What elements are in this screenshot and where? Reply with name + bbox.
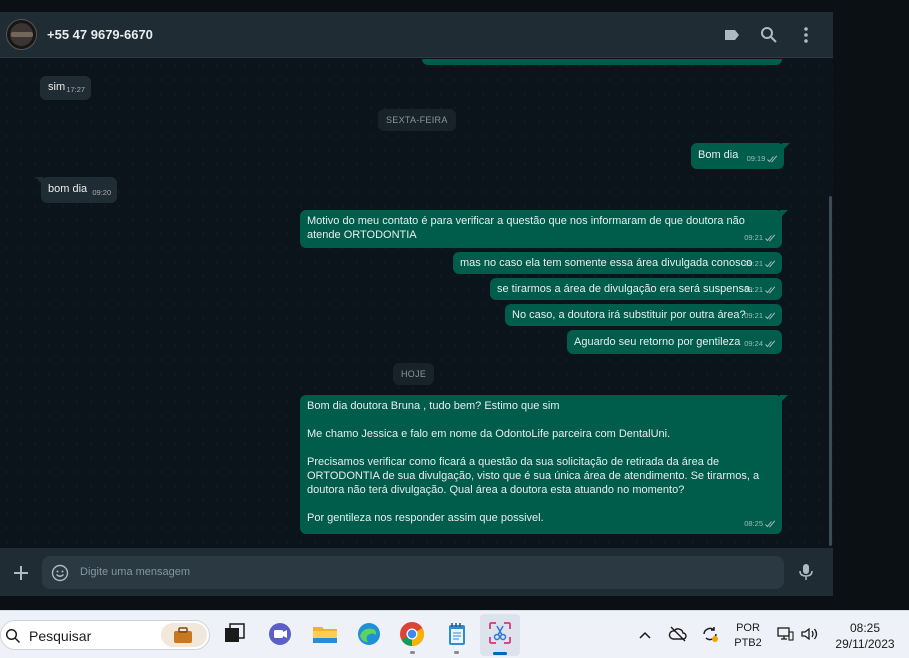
- message-text: No caso, a doutora irá substituir por ou…: [512, 309, 746, 321]
- contact-avatar[interactable]: [6, 19, 37, 50]
- snipping-tool-active[interactable]: [480, 614, 520, 656]
- sync-icon[interactable]: [700, 624, 720, 644]
- snipping-tool-icon: [489, 622, 511, 644]
- windows-taskbar: Pesquisar POR PTB2 08:25 29/11/2023: [0, 610, 909, 658]
- message-time: 09:20: [92, 188, 112, 197]
- message-text: Bom dia doutora Bruna , tudo bem? Estimo…: [307, 400, 760, 524]
- notepad-icon[interactable]: [443, 620, 471, 648]
- search-icon: [5, 628, 21, 644]
- composer: Digite uma mensagem: [0, 548, 833, 596]
- double-check-icon: [765, 340, 776, 348]
- chat-header: +55 47 9679-6670: [0, 12, 833, 58]
- volume-icon[interactable]: [800, 626, 820, 642]
- briefcase-icon: [161, 623, 207, 647]
- emoji-icon[interactable]: [51, 564, 69, 582]
- attach-plus-icon[interactable]: [12, 564, 30, 582]
- message-out[interactable]: se tirarmos a área de divulgação era ser…: [490, 278, 782, 300]
- chrome-icon[interactable]: [398, 620, 426, 648]
- message-out[interactable]: mas no caso ela tem somente essa área di…: [453, 252, 782, 274]
- message-placeholder: Digite uma mensagem: [80, 566, 191, 578]
- date-divider: SEXTA-FEIRA: [378, 109, 456, 131]
- search-label: Pesquisar: [29, 628, 92, 644]
- message-time: 09:21: [744, 231, 776, 245]
- message-time: 09:24: [744, 337, 776, 351]
- message-text: Motivo do meu contato é para verificar a…: [307, 215, 748, 241]
- double-check-icon: [765, 260, 776, 268]
- message-time: 09:21: [744, 309, 776, 323]
- message-out[interactable]: Motivo do meu contato é para verificar a…: [300, 210, 788, 248]
- contact-name[interactable]: +55 47 9679-6670: [47, 27, 153, 42]
- message-out[interactable]: No caso, a doutora irá substituir por ou…: [505, 304, 782, 326]
- clock[interactable]: 08:25 29/11/2023: [830, 620, 900, 652]
- double-check-icon: [767, 155, 778, 163]
- message-text: Aguardo seu retorno por gentileza: [574, 336, 741, 348]
- message-in[interactable]: sim 17:27: [40, 76, 92, 100]
- date-divider: HOJE: [393, 363, 435, 385]
- message-in[interactable]: bom dia 09:20: [34, 177, 118, 203]
- message-text: Bom dia: [698, 149, 739, 161]
- message-text: bom dia: [48, 183, 88, 195]
- taskbar-search[interactable]: Pesquisar: [0, 620, 210, 650]
- input-language[interactable]: POR PTB2: [733, 621, 763, 651]
- cloud-offline-icon[interactable]: [668, 625, 688, 643]
- message-text: sim: [48, 81, 66, 93]
- keyboard-layout: PTB2: [734, 637, 762, 649]
- clock-time: 08:25: [849, 621, 881, 635]
- language-code: POR: [736, 622, 760, 634]
- message-time: 09:19: [747, 152, 779, 166]
- message-out[interactable]: Bom dia doutora Bruna , tudo bem? Estimo…: [300, 395, 788, 534]
- message-time: 09:21: [744, 283, 776, 297]
- file-explorer-icon[interactable]: [311, 620, 339, 648]
- message-time: 09:21: [744, 257, 776, 271]
- message-input[interactable]: Digite uma mensagem: [42, 556, 784, 589]
- menu-icon[interactable]: [796, 25, 816, 45]
- message-out[interactable]: Aguardo seu retorno por gentileza 09:24: [567, 330, 782, 354]
- chevron-up-icon[interactable]: [638, 629, 652, 641]
- task-view-icon[interactable]: [221, 620, 249, 648]
- scrollbar[interactable]: [829, 196, 832, 546]
- network-icon[interactable]: [776, 626, 794, 642]
- clock-date: 29/11/2023: [835, 637, 895, 651]
- double-check-icon: [765, 312, 776, 320]
- whatsapp-window: +55 47 9679-6670 sim 17:27 SEXTA-FEIRA B…: [0, 12, 833, 596]
- double-check-icon: [765, 286, 776, 294]
- double-check-icon: [765, 520, 776, 528]
- double-check-icon: [765, 234, 776, 242]
- search-icon[interactable]: [759, 25, 779, 45]
- message-bubble-partial: [422, 59, 782, 65]
- message-out[interactable]: Bom dia 09:19: [691, 143, 791, 169]
- label-icon[interactable]: [722, 25, 742, 45]
- message-list[interactable]: sim 17:27 SEXTA-FEIRA Bom dia 09:19 bom …: [0, 59, 833, 547]
- microphone-icon[interactable]: [797, 562, 815, 582]
- message-text: mas no caso ela tem somente essa área di…: [460, 257, 753, 269]
- teams-meet-icon[interactable]: [266, 620, 294, 648]
- message-text: se tirarmos a área de divulgação era ser…: [497, 283, 754, 295]
- edge-icon[interactable]: [355, 620, 383, 648]
- message-time: 17:27: [66, 85, 86, 94]
- message-time: 08:25: [744, 517, 776, 531]
